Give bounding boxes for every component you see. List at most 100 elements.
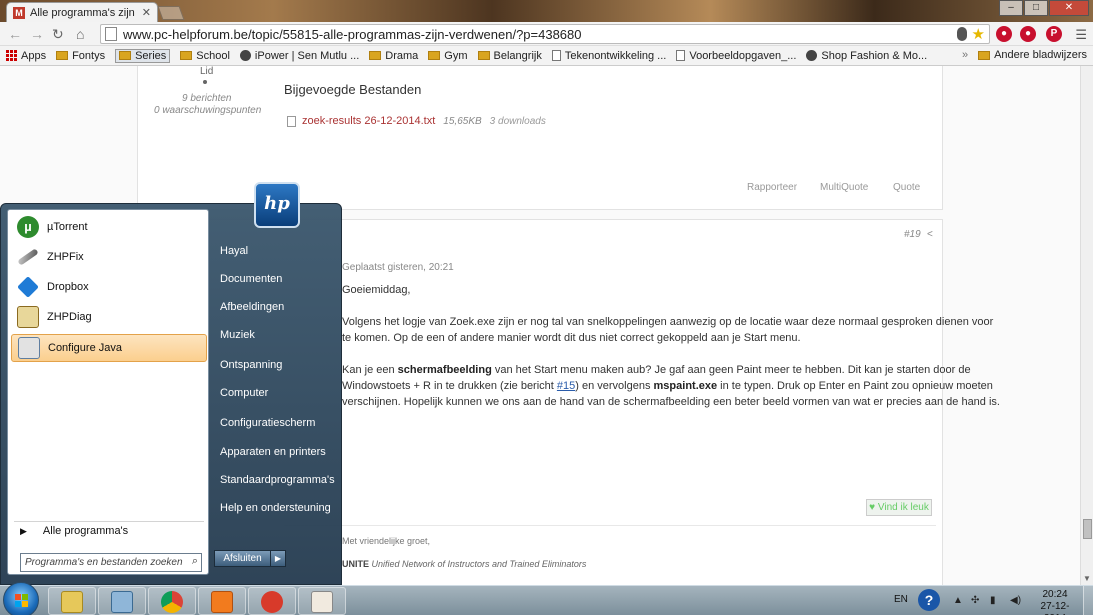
start-item-configuratiescherm[interactable]: Configuratiescherm xyxy=(220,417,315,429)
bookmark-label: Drama xyxy=(385,49,419,62)
bookmark-fontys[interactable]: Fontys xyxy=(56,50,105,62)
program-configure-java[interactable]: Configure Java xyxy=(11,334,207,362)
taskbar-app-window[interactable] xyxy=(98,587,146,615)
language-indicator[interactable]: EN xyxy=(894,594,908,605)
tray-overflow-arrow-icon[interactable]: ▲ xyxy=(953,595,963,606)
attachment-item: zoek-results 26-12-2014.txt 15,65KB 3 do… xyxy=(287,115,546,127)
pinterest-icon[interactable]: P xyxy=(1046,26,1062,42)
bookmark-school[interactable]: School xyxy=(180,50,230,62)
tray-app-icon[interactable]: ✣ xyxy=(971,595,979,606)
post-number-link[interactable]: #19 xyxy=(904,229,921,240)
post-reference-link[interactable]: #15 xyxy=(557,380,575,392)
help-tray-icon[interactable]: ? xyxy=(918,589,940,611)
start-item-standaardprogrammas[interactable]: Standaardprogramma's xyxy=(220,474,335,486)
search-icon[interactable]: ⌕ xyxy=(192,555,198,568)
taskbar-app-chrome[interactable] xyxy=(148,587,196,615)
text-file-icon xyxy=(287,115,296,127)
start-item-computer[interactable]: Computer xyxy=(220,387,268,399)
shutdown-options-arrow-icon[interactable]: ▶ xyxy=(271,551,285,566)
scrollbar-thumb[interactable] xyxy=(1083,519,1092,539)
page-scrollbar[interactable]: ▼ xyxy=(1080,66,1093,585)
new-tab-button[interactable] xyxy=(157,6,185,20)
page-icon xyxy=(105,27,117,41)
quote-link[interactable]: Quote xyxy=(893,182,920,193)
extension-icon[interactable]: ● xyxy=(996,26,1012,42)
bold-text: schermafbeelding xyxy=(397,364,492,376)
bookmark-belangrijk[interactable]: Belangrijk xyxy=(477,50,542,62)
bookmark-tekenontwikkeling[interactable]: Tekenontwikkeling ... xyxy=(551,50,666,62)
user-post-count: 9 berichten xyxy=(182,93,232,104)
taskbar-app-media-player[interactable] xyxy=(198,587,246,615)
text-run: van het Start menu maken aub? Je gaf aan… xyxy=(491,364,971,376)
lightbulb-icon[interactable] xyxy=(957,27,967,41)
window-icon xyxy=(111,591,133,613)
bookmark-apps[interactable]: Apps xyxy=(6,50,46,62)
program-zhpdiag[interactable]: ZHPDiag xyxy=(11,303,207,331)
forward-arrow-icon[interactable]: → xyxy=(30,26,44,42)
bookmark-voorbeeldopgaven[interactable]: Voorbeeldopgaven_... xyxy=(676,50,796,62)
bookmarks-overflow-button[interactable]: » xyxy=(962,49,968,61)
close-window-icon[interactable]: ✕ xyxy=(1049,0,1089,16)
taskbar-app-ccleaner[interactable] xyxy=(248,587,296,615)
start-orb-button[interactable] xyxy=(3,582,39,615)
bookmark-gym[interactable]: Gym xyxy=(428,50,468,62)
start-item-help[interactable]: Help en ondersteuning xyxy=(220,502,331,514)
site-favicon: M xyxy=(13,6,25,19)
folder-icon xyxy=(56,51,69,60)
scroll-down-arrow-icon[interactable]: ▼ xyxy=(1083,574,1091,583)
post-date: Geplaatst gisteren, 20:21 xyxy=(342,262,454,273)
java-icon xyxy=(18,337,40,359)
attachment-size: 15,65KB xyxy=(443,115,482,127)
start-item-ontspanning[interactable]: Ontspanning xyxy=(220,359,282,371)
browser-menu-icon[interactable]: ☰ xyxy=(1075,27,1087,43)
bookmark-label: Shop Fashion & Mo... xyxy=(821,49,928,62)
program-label: Dropbox xyxy=(47,281,89,293)
network-icon[interactable]: ▮ xyxy=(990,595,996,606)
volume-icon[interactable]: ◀) xyxy=(1010,595,1021,606)
start-item-apparaten-printers[interactable]: Apparaten en printers xyxy=(220,446,326,458)
start-item-hayal[interactable]: Hayal xyxy=(220,245,248,257)
text-run: ) en vervolgens xyxy=(575,380,654,392)
multiquote-link[interactable]: MultiQuote xyxy=(820,182,868,193)
program-dropbox[interactable]: Dropbox xyxy=(11,273,207,301)
triangle-right-icon: ▶ xyxy=(20,525,27,536)
media-player-icon xyxy=(211,591,233,613)
bookmark-ipower[interactable]: iPower | Sen Mutlu ... xyxy=(239,50,359,62)
system-clock[interactable]: 20:24 27-12-2014 xyxy=(1030,589,1080,615)
shutdown-button[interactable]: Afsluiten ▶ xyxy=(214,550,286,567)
close-tab-icon[interactable]: ✕ xyxy=(142,6,151,19)
report-link[interactable]: Rapporteer xyxy=(747,182,797,193)
other-bookmarks[interactable]: Andere bladwijzers xyxy=(978,49,1087,61)
globe-icon xyxy=(239,50,251,61)
back-arrow-icon[interactable]: ← xyxy=(8,26,22,42)
address-bar[interactable]: www.pc-helpforum.be/topic/55815-alle-pro… xyxy=(100,24,990,44)
bookmark-star-icon[interactable]: ★ xyxy=(972,25,985,43)
start-item-muziek[interactable]: Muziek xyxy=(220,329,255,341)
bookmark-label: Series xyxy=(135,49,167,62)
start-item-documenten[interactable]: Documenten xyxy=(220,273,282,285)
browser-toolbar: ← → ↻ ⌂ www.pc-helpforum.be/topic/55815-… xyxy=(0,22,1093,46)
dropbox-icon xyxy=(17,276,39,298)
home-icon[interactable]: ⌂ xyxy=(76,26,84,42)
show-desktop-button[interactable] xyxy=(1083,586,1093,615)
bookmark-series[interactable]: Series xyxy=(115,48,171,63)
reload-icon[interactable]: ↻ xyxy=(52,26,64,43)
bold-text: mspaint.exe xyxy=(653,380,718,392)
folder-icon xyxy=(477,51,490,60)
like-button[interactable]: ♥ Vind ik leuk xyxy=(866,499,932,516)
program-zhpfix[interactable]: ZHPFix xyxy=(11,243,207,271)
minimize-icon[interactable]: – xyxy=(999,0,1023,16)
taskbar-app-paint[interactable] xyxy=(298,587,346,615)
taskbar-app-explorer[interactable] xyxy=(48,587,96,615)
bookmark-drama[interactable]: Drama xyxy=(369,50,418,62)
maximize-icon[interactable]: □ xyxy=(1024,0,1048,16)
all-programs-button[interactable]: ▶ Alle programma's xyxy=(20,525,128,537)
start-search-input[interactable]: Programma's en bestanden zoeken ⌕ xyxy=(20,553,202,572)
program-utorrent[interactable]: µ µTorrent xyxy=(11,213,207,241)
adblock-icon[interactable]: ● xyxy=(1020,26,1036,42)
attachment-link[interactable]: zoek-results 26-12-2014.txt xyxy=(302,115,435,127)
start-item-afbeeldingen[interactable]: Afbeeldingen xyxy=(220,301,284,313)
share-icon[interactable]: < xyxy=(927,229,933,240)
browser-tab[interactable]: M Alle programma's zijn verd ✕ xyxy=(6,2,158,22)
bookmark-shop-fashion[interactable]: Shop Fashion & Mo... xyxy=(806,50,927,62)
